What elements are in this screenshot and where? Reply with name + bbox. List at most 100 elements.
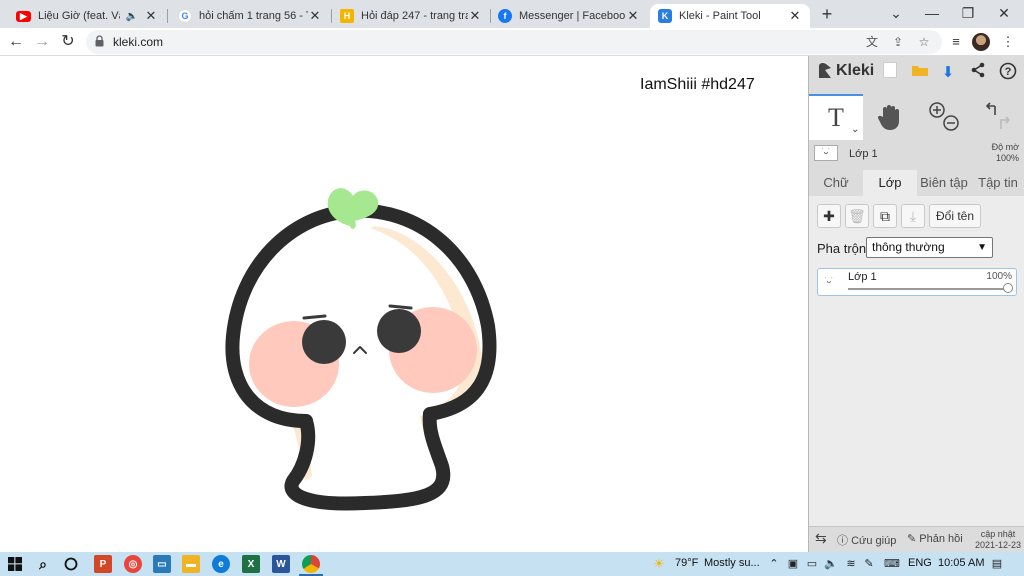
chevron-down-icon[interactable]: ⌄ — [878, 0, 914, 28]
file-explorer-icon[interactable]: ▬ — [182, 555, 200, 573]
battery-icon[interactable]: ▭ — [805, 557, 819, 571]
slider-handle[interactable] — [1003, 283, 1013, 293]
logo-text: Kleki — [836, 62, 875, 79]
search-icon[interactable]: ⌕ — [34, 555, 52, 573]
edge-icon[interactable]: e — [212, 555, 230, 573]
chrome-icon[interactable] — [302, 555, 320, 573]
panel-footer: ⇆ ⓘ Cứu giúp ✎ Phản hồi cập nhật 2021-12… — [809, 526, 1024, 552]
eye-right — [377, 309, 421, 353]
close-icon[interactable]: ✕ — [308, 8, 322, 24]
tab-file[interactable]: Tập tin — [971, 170, 1024, 196]
tab-messenger[interactable]: f Messenger | Facebook ✕ — [490, 4, 648, 28]
chevron-down-icon: ▼ — [977, 242, 987, 253]
google-icon: G — [178, 9, 192, 23]
tab-layers[interactable]: Lớp — [863, 170, 917, 196]
chevron-down-icon[interactable]: ⌄ — [851, 124, 859, 135]
leaf — [327, 188, 379, 229]
address-bar[interactable]: kleki.com 文 ⇪ ☆ — [86, 30, 942, 54]
excel-icon[interactable]: X — [242, 555, 260, 573]
feedback-link[interactable]: ✎ Phản hồi — [907, 532, 963, 545]
tab-title: Kleki - Paint Tool — [679, 10, 761, 22]
reload-button[interactable]: ↻ — [58, 32, 78, 52]
new-image-icon[interactable] — [879, 62, 901, 84]
translate-icon[interactable]: 文 — [864, 34, 880, 50]
opacity-label: Độ mờ — [991, 142, 1019, 152]
brow-left — [302, 314, 327, 320]
minimize-button[interactable]: — — [914, 0, 950, 28]
update-info[interactable]: cập nhật 2021-12-23 — [975, 529, 1021, 551]
tab-title: Hỏi đáp 247 - trang tra lơ — [361, 10, 468, 22]
tab-edit[interactable]: Biên tập — [917, 170, 971, 196]
close-icon[interactable]: ✕ — [468, 8, 482, 24]
delete-layer-button[interactable]: 🗑 — [845, 204, 869, 228]
unikey-tray-icon[interactable]: ▣ — [786, 557, 800, 571]
opacity-readout: Độ mờ 100% — [992, 142, 1019, 164]
hoidap247-icon: H — [340, 9, 354, 23]
blend-mode-select[interactable]: thông thường ▼ — [866, 237, 993, 258]
media-control-icon[interactable]: ≡ — [946, 32, 966, 52]
close-window-button[interactable]: ✕ — [986, 0, 1022, 28]
powerpoint-icon[interactable]: P — [94, 555, 112, 573]
eye-left — [302, 320, 346, 364]
update-date: 2021-12-23 — [974, 540, 1021, 550]
tab-title: Messenger | Facebook — [519, 10, 626, 22]
tab-text[interactable]: Chữ — [809, 170, 863, 196]
language-indicator[interactable]: ENG — [908, 557, 932, 569]
help-icon: ⓘ — [837, 535, 848, 547]
weather-description[interactable]: Mostly su... — [704, 557, 760, 569]
kleki-logo[interactable]: Kleki — [817, 62, 874, 80]
lock-icon — [95, 35, 104, 47]
tab-hoidap247[interactable]: H Hỏi đáp 247 - trang tra lơ ✕ — [332, 4, 490, 28]
menu-icon[interactable]: ⋮ — [998, 32, 1018, 52]
back-button[interactable]: ← — [6, 32, 26, 52]
unikey-icon[interactable]: ◎ — [124, 555, 142, 573]
word-icon[interactable]: W — [272, 555, 290, 573]
clock[interactable]: 10:05 AM — [938, 557, 984, 569]
tab-youtube[interactable]: ▶ Liệu Giờ (feat. Văn) - 🔈 ✕ — [8, 4, 166, 28]
speaker-icon[interactable]: 🔈 — [126, 11, 138, 22]
weather-temp[interactable]: 79°F — [675, 557, 698, 569]
url-text: kleki.com — [113, 35, 164, 49]
new-tab-button[interactable]: + — [817, 4, 837, 24]
keyboard-icon[interactable]: ⌨ — [884, 557, 900, 571]
open-folder-icon[interactable] — [909, 62, 931, 84]
monitor-icon[interactable]: ▭ — [153, 555, 171, 573]
share-icon[interactable] — [967, 62, 989, 84]
restore-button[interactable]: ❐ — [950, 0, 986, 28]
forward-button[interactable]: → — [32, 32, 52, 52]
cortana-icon[interactable] — [62, 555, 80, 573]
drawing-canvas[interactable]: IamShiii #hd247 — [0, 56, 808, 552]
text-tool-button[interactable]: T ⌄ — [809, 94, 863, 140]
windows-taskbar: ⌕ P ◎ ▭ ▬ e X W ☀ 79°F Mostly su... ⌃ ▣ … — [0, 552, 1024, 576]
download-icon[interactable]: ⬇ — [937, 62, 959, 84]
tab-kleki[interactable]: K Kleki - Paint Tool ✕ — [650, 4, 810, 28]
close-icon[interactable]: ✕ — [626, 8, 640, 24]
wifi-icon[interactable]: ≋ — [844, 557, 858, 571]
duplicate-layer-button[interactable]: ⧉ — [873, 204, 897, 228]
zoom-buttons — [917, 94, 971, 140]
swap-icon[interactable]: ⇆ — [815, 530, 827, 547]
layer-opacity-slider[interactable] — [848, 288, 1008, 290]
help-icon[interactable]: ? — [997, 62, 1019, 84]
kleki-logo-icon — [819, 62, 831, 78]
add-layer-button[interactable]: ✚ — [817, 204, 841, 228]
rename-layer-button[interactable]: Đổi tên — [929, 204, 982, 228]
volume-icon[interactable]: 🔈 — [824, 557, 838, 571]
share-icon[interactable]: ⇪ — [890, 34, 906, 50]
hand-tool-button[interactable] — [863, 94, 917, 140]
layer-item[interactable]: ˙ᴗ˙ Lớp 1 100% — [817, 268, 1017, 296]
merge-down-button[interactable]: ⤓ — [901, 204, 925, 228]
close-icon[interactable]: ✕ — [788, 8, 802, 24]
zoom-in-icon — [929, 102, 945, 118]
close-icon[interactable]: ✕ — [144, 8, 158, 24]
pen-icon[interactable]: ✎ — [862, 557, 876, 571]
notifications-icon[interactable]: ▤ — [990, 557, 1004, 571]
layer-name: Lớp 1 — [848, 271, 877, 283]
chevron-up-icon[interactable]: ⌃ — [767, 557, 781, 571]
avatar[interactable] — [972, 33, 990, 51]
windows-start-icon[interactable] — [6, 555, 24, 573]
help-link[interactable]: ⓘ Cứu giúp — [837, 532, 896, 548]
star-icon[interactable]: ☆ — [916, 34, 932, 50]
tab-google[interactable]: G hỏi chấm 1 trang 56 - Tìm ✕ — [170, 4, 330, 28]
weather-icon[interactable]: ☀ — [652, 557, 666, 571]
